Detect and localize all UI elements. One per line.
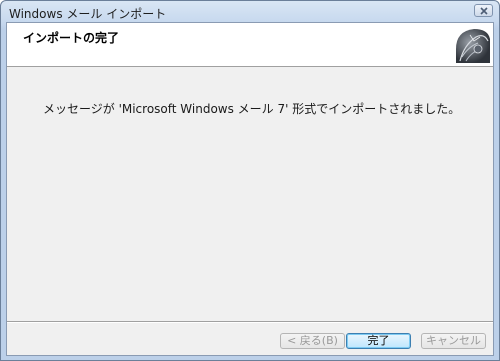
footer-separator: [7, 321, 493, 323]
finish-button[interactable]: 完了: [346, 333, 411, 349]
title-bar[interactable]: Windows メール インポート: [1, 1, 499, 23]
close-icon: [480, 7, 488, 15]
window-title: Windows メール インポート: [9, 7, 167, 21]
dialog-client-area: インポートの完了 メッセージが 'Microsoft Windows メール 7…: [6, 22, 494, 356]
cancel-button[interactable]: キャンセル: [421, 333, 486, 349]
import-wizard-icon: [452, 27, 490, 63]
wizard-header: インポートの完了: [7, 23, 493, 67]
page-title: インポートの完了: [23, 31, 120, 45]
dialog-window: Windows メール インポート インポートの完了 メッセージが 'Micro…: [0, 0, 500, 361]
close-button[interactable]: [474, 4, 493, 17]
back-button[interactable]: < 戻る(B): [280, 333, 345, 349]
completion-message: メッセージが 'Microsoft Windows メール 7' 形式でインポー…: [43, 102, 461, 116]
